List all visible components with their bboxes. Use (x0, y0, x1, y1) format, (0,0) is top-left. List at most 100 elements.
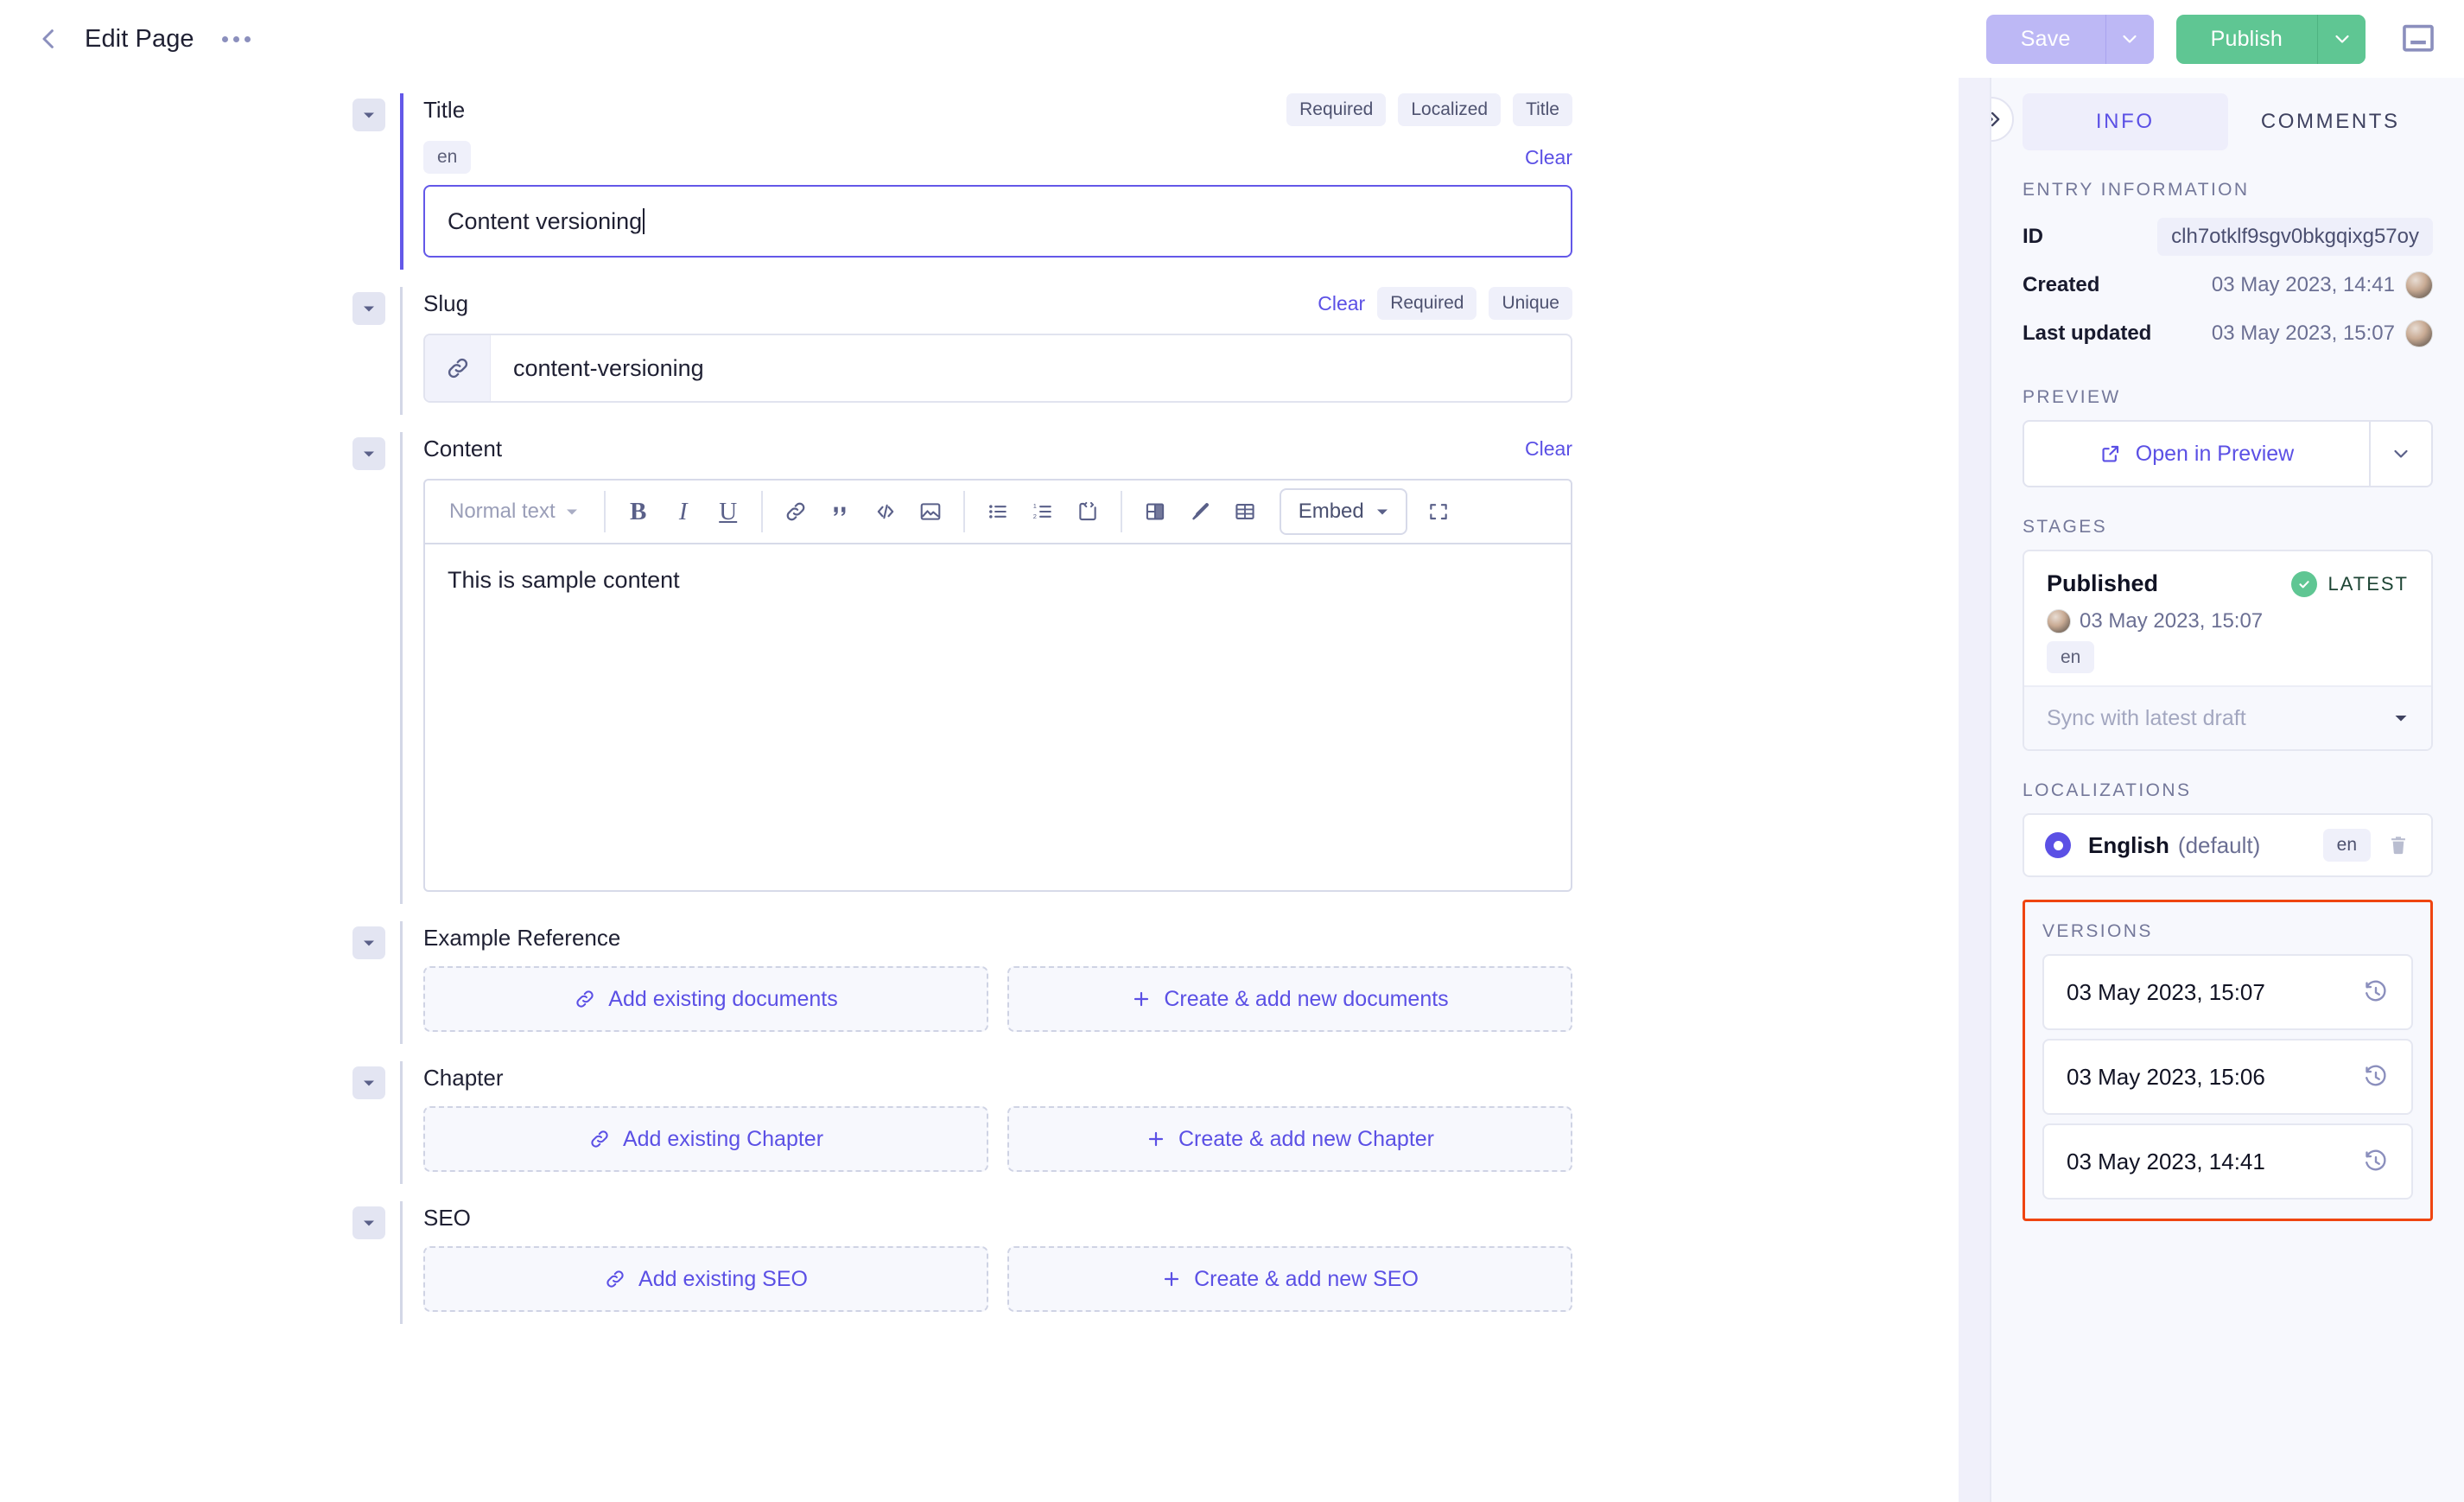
chevron-down-icon (364, 940, 374, 946)
version-date: 03 May 2023, 14:41 (2067, 1148, 2265, 1174)
sidebar-tabs: INFO COMMENTS (2023, 78, 2433, 150)
back-button[interactable] (26, 16, 71, 61)
body: Title Required Localized Title en Clear (0, 78, 2464, 1502)
collapse-sidebar-button[interactable] (1991, 97, 2014, 142)
field-label: Content (423, 435, 503, 461)
tab-info[interactable]: INFO (2023, 93, 2228, 150)
sync-with-latest-draft-select[interactable]: Sync with latest draft (2024, 685, 2431, 749)
bullet-list-icon[interactable] (975, 490, 1020, 533)
bold-icon[interactable]: B (616, 490, 661, 533)
link-icon (591, 1130, 608, 1148)
entry-created-value: 03 May 2023, 14:41 (2211, 273, 2395, 296)
clear-title-link[interactable]: Clear (1525, 146, 1572, 169)
layout-columns-icon[interactable] (1133, 490, 1178, 533)
save-button[interactable]: Save (1986, 15, 2105, 64)
save-split-button: Save (1985, 14, 2154, 64)
image-icon[interactable] (908, 490, 953, 533)
caret-down-icon (566, 509, 577, 515)
toggle-sidebar-button[interactable] (2395, 16, 2442, 62)
text-style-select[interactable]: Normal text (437, 491, 594, 532)
create-add-new-documents-button[interactable]: Create & add new documents (1007, 966, 1572, 1032)
restore-version-button[interactable] (2363, 1149, 2389, 1174)
caret-down-icon (2395, 716, 2407, 722)
field-gutter (346, 1198, 403, 1331)
pen-icon[interactable] (1178, 490, 1222, 533)
clear-slug-link[interactable]: Clear (1318, 292, 1365, 315)
history-restore-icon (2366, 980, 2386, 1002)
embed-select[interactable]: Embed (1279, 488, 1407, 535)
version-row[interactable]: 03 May 2023, 14:41 (2042, 1123, 2413, 1200)
field-rail (400, 921, 403, 1044)
svg-text:2: 2 (1033, 512, 1037, 520)
embed-label: Embed (1298, 500, 1364, 523)
localization-row-english[interactable]: English (default) en (2023, 813, 2433, 877)
restore-version-button[interactable] (2363, 979, 2389, 1005)
field-rail (400, 1201, 403, 1324)
entry-id-value[interactable]: clh7otklf9sgv0bkgqixg57oy (2157, 218, 2433, 256)
add-existing-chapter-button[interactable]: Add existing Chapter (423, 1106, 988, 1172)
chevron-down-icon (364, 306, 374, 312)
title-input[interactable]: Content versioning (423, 185, 1572, 258)
save-dropdown-button[interactable] (2105, 14, 2154, 64)
entry-form: Title Required Localized Title en Clear (0, 78, 1959, 1502)
plus-icon (1148, 1131, 1164, 1147)
create-add-new-seo-button[interactable]: Create & add new SEO (1007, 1246, 1572, 1312)
version-row[interactable]: 03 May 2023, 15:07 (2042, 954, 2413, 1030)
link-icon[interactable] (773, 490, 818, 533)
underline-icon[interactable]: U (706, 490, 751, 533)
field-body: Title Required Localized Title en Clear (403, 90, 1572, 277)
version-row[interactable]: 03 May 2023, 15:06 (2042, 1039, 2413, 1115)
field-rail (400, 287, 403, 415)
avatar (2405, 320, 2433, 347)
code-block-icon[interactable] (1065, 490, 1110, 533)
add-existing-seo-button[interactable]: Add existing SEO (423, 1246, 988, 1312)
entry-updated-value: 03 May 2023, 15:07 (2211, 321, 2395, 345)
fullscreen-icon[interactable] (1416, 490, 1461, 533)
entry-information-heading: ENTRY INFORMATION (2023, 180, 2250, 200)
reference-actions: Add existing Chapter Create & add new Ch… (423, 1106, 1572, 1172)
open-in-preview-button[interactable]: Open in Preview (2024, 422, 2369, 486)
collapse-toggle-seo[interactable] (352, 1206, 385, 1239)
monitor-icon (2403, 24, 2434, 52)
delete-localization-button[interactable] (2386, 833, 2410, 857)
field-title: Title Required Localized Title en Clear (346, 90, 1572, 277)
collapse-toggle-chapter[interactable] (352, 1066, 385, 1099)
field-gutter (346, 90, 403, 277)
italic-icon[interactable]: I (661, 490, 706, 533)
restore-version-button[interactable] (2363, 1064, 2389, 1090)
publish-dropdown-button[interactable] (2317, 14, 2366, 64)
publish-button[interactable]: Publish (2176, 15, 2317, 64)
locale-chip-en[interactable]: en (423, 141, 472, 174)
tab-comments[interactable]: COMMENTS (2228, 93, 2434, 150)
chip-required: Required (1377, 287, 1477, 320)
quote-icon[interactable] (818, 490, 863, 533)
collapse-toggle-slug[interactable] (352, 292, 385, 325)
more-options-button[interactable] (217, 22, 257, 56)
field-gutter (346, 918, 403, 1051)
toolbar-separator (1120, 491, 1122, 532)
radio-dot (2053, 840, 2063, 850)
field-header: Content Clear (423, 429, 1572, 468)
field-label: Example Reference (423, 924, 621, 951)
numbered-list-icon[interactable]: 1 2 (1020, 490, 1065, 533)
field-body: Example Reference Add existing documents (403, 918, 1572, 1051)
create-add-new-chapter-button[interactable]: Create & add new Chapter (1007, 1106, 1572, 1172)
chevron-down-icon (2394, 449, 2408, 458)
field-gutter (346, 283, 403, 422)
add-existing-documents-button[interactable]: Add existing documents (423, 966, 988, 1032)
field-label: Chapter (423, 1064, 504, 1091)
stage-locale-chip: en (2047, 641, 2095, 673)
table-icon[interactable] (1222, 490, 1267, 533)
title-input-value: Content versioning (448, 207, 643, 234)
latest-badge-label: LATEST (2327, 572, 2409, 595)
content-editor-body[interactable]: This is sample content (425, 544, 1571, 890)
collapse-toggle-content[interactable] (352, 437, 385, 470)
slug-input[interactable]: content-versioning (423, 334, 1572, 403)
preview-dropdown-button[interactable] (2369, 422, 2431, 486)
clear-content-link[interactable]: Clear (1525, 437, 1572, 461)
code-icon (877, 504, 893, 519)
code-icon[interactable] (863, 490, 908, 533)
stage-name: Published (2047, 570, 2159, 596)
collapse-toggle-title[interactable] (352, 99, 385, 131)
collapse-toggle-example-reference[interactable] (352, 926, 385, 959)
